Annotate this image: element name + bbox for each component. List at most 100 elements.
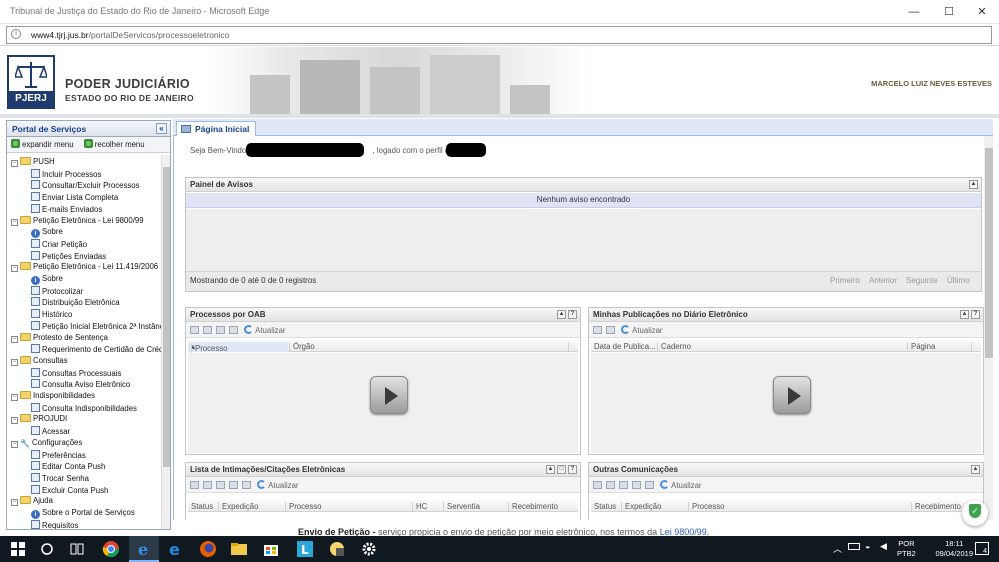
tree-item[interactable]: Acessar — [31, 426, 70, 437]
windows-start-icon[interactable] — [9, 540, 27, 558]
firefox-icon[interactable] — [199, 540, 217, 558]
col-serventia[interactable]: Serventia — [443, 502, 480, 512]
toggle-icon[interactable]: − — [11, 335, 18, 343]
tree-item[interactable]: Trocar Senha — [31, 472, 89, 484]
excel-icon[interactable] — [632, 481, 641, 489]
collapse-icon[interactable]: ▲ — [969, 180, 978, 189]
tree-item[interactable]: Consulta Indisponibilidades — [31, 402, 137, 414]
col-caderno[interactable]: Caderno — [657, 342, 691, 352]
view-icon[interactable] — [606, 481, 615, 489]
tree-item[interactable]: Enviar Lista Completa — [31, 192, 118, 203]
col-processo[interactable]: Processo ▴ — [188, 342, 288, 354]
outras-refresh-button[interactable]: Atualizar — [660, 480, 702, 490]
tree-item[interactable]: Protocolizar — [31, 285, 83, 297]
first-page-link[interactable]: Primeiro — [830, 276, 860, 285]
collapse-icon[interactable]: ▲ — [971, 465, 980, 474]
new-icon[interactable] — [190, 481, 199, 489]
view-icon[interactable] — [593, 326, 602, 334]
col-data-publicacao[interactable]: Data de Publica... — [591, 342, 656, 352]
col-hc[interactable]: HC — [412, 502, 427, 512]
col-processo[interactable]: Processo — [285, 502, 322, 512]
tree-item[interactable]: Criar Petição — [31, 238, 87, 250]
tab-pagina-inicial[interactable]: Página Inicial — [176, 121, 257, 136]
help-icon[interactable]: ? — [568, 310, 577, 319]
new-icon[interactable] — [593, 481, 602, 489]
toggle-icon[interactable]: − — [11, 160, 18, 167]
input-language[interactable]: POR PTB2 — [897, 539, 916, 559]
store-icon[interactable] — [262, 540, 280, 558]
view-icon[interactable] — [203, 481, 212, 489]
tree-item[interactable]: Preferências — [31, 449, 86, 461]
sidebar-scrollbar[interactable] — [161, 155, 170, 529]
last-page-link[interactable]: Último — [947, 276, 970, 285]
tree-item[interactable]: Requisitos — [31, 519, 78, 529]
tree-item[interactable]: Consultas Processuais — [31, 367, 121, 379]
new-icon[interactable] — [190, 326, 199, 334]
tree-folder[interactable]: − Protesto de Sentença — [11, 332, 108, 344]
task-view-icon[interactable] — [68, 540, 86, 558]
minimize-button[interactable]: — — [897, 2, 931, 22]
tree-folder[interactable]: − Consultas — [11, 355, 68, 367]
tree-item[interactable]: Consulta Aviso Eletrônico — [31, 379, 130, 390]
toggle-icon[interactable]: − — [11, 499, 18, 507]
print-icon[interactable] — [645, 481, 654, 489]
tree-item[interactable]: Distribuição Eletrônica — [31, 297, 120, 308]
battery-icon[interactable] — [848, 543, 860, 550]
toggle-icon[interactable]: − — [11, 394, 18, 401]
col-processo[interactable]: Processo — [688, 502, 725, 512]
site-info-icon[interactable]: i — [11, 29, 21, 39]
tree-item[interactable]: Histórico — [31, 309, 72, 320]
excel-icon[interactable] — [229, 481, 238, 489]
tree-item[interactable]: Editar Conta Push — [31, 461, 105, 472]
url-text[interactable]: www4.tjrj.jus.br/portalDeServicos/proces… — [31, 30, 229, 40]
tree-item[interactable]: Petições Enviadas — [31, 250, 106, 262]
tree-folder[interactable]: − Ajuda — [11, 496, 53, 507]
print-icon[interactable] — [606, 326, 615, 334]
intimacoes-refresh-button[interactable]: Atualizar — [257, 480, 299, 490]
col-expedicao[interactable]: Expedição — [218, 502, 258, 512]
tree-item[interactable]: Consultar/Excluir Processos — [31, 180, 140, 191]
tray-chevron-icon[interactable]: ︿ — [833, 542, 842, 555]
tree-folder[interactable]: − 🔧 Configurações — [11, 438, 82, 449]
tree-item[interactable]: Incluir Processos — [31, 168, 101, 180]
sidebar-scroll-thumb[interactable] — [163, 167, 170, 467]
tree-folder[interactable]: − Petição Eletrônica - Lei 9800/99 — [11, 215, 144, 227]
export-icon[interactable] — [216, 326, 225, 334]
search-icon[interactable] — [38, 540, 56, 558]
chrome-icon[interactable] — [102, 540, 120, 558]
toggle-icon[interactable]: − — [11, 417, 18, 425]
tree-folder[interactable]: − Petição Eletrônica - Lei 11.419/2006 — [11, 262, 158, 273]
play-icon[interactable] — [370, 376, 408, 414]
notifications-icon[interactable]: 4 — [975, 542, 989, 555]
help-icon[interactable]: ? — [971, 310, 980, 319]
tree-item[interactable]: Requerimento de Certidão de Crédito — [31, 344, 161, 355]
main-scroll-thumb[interactable] — [985, 148, 993, 358]
internet-explorer-icon[interactable]: e — [135, 540, 153, 558]
volume-icon[interactable]: ◀ — [880, 541, 887, 552]
shield-check-icon[interactable] — [962, 500, 988, 526]
collapse-icon[interactable]: ▲ — [546, 465, 555, 474]
publicacoes-refresh-button[interactable]: Atualizar — [621, 325, 663, 335]
tree-item[interactable]: i Sobre — [31, 274, 63, 285]
edge-icon[interactable]: e — [166, 540, 184, 558]
col-recebimento[interactable]: Recebimento — [911, 502, 961, 512]
sticky-app-icon[interactable] — [328, 540, 346, 558]
tree-item[interactable]: i Sobre o Portal de Serviços — [31, 508, 135, 519]
collapse-icon[interactable]: ▲ — [960, 310, 969, 319]
export-icon[interactable] — [216, 481, 225, 489]
print-icon[interactable] — [242, 481, 251, 489]
tree-folder[interactable]: − Indisponibilidades — [11, 391, 95, 402]
col-status[interactable]: Status — [188, 502, 213, 512]
help-icon[interactable]: ? — [568, 465, 577, 474]
maximize-icon[interactable]: □ — [557, 465, 566, 474]
toggle-icon[interactable]: − — [11, 218, 18, 226]
col-orgao[interactable]: Órgão — [289, 342, 315, 352]
network-icon[interactable]: ◒ — [865, 541, 870, 551]
col-expedicao[interactable]: Expedição — [621, 502, 661, 512]
close-window-button[interactable]: ✕ — [965, 2, 999, 22]
tree-folder[interactable]: − PROJUDI — [11, 414, 67, 425]
previous-page-link[interactable]: Anterior — [869, 276, 897, 285]
play-icon[interactable] — [773, 376, 811, 414]
tree-item[interactable]: E-mails Enviados — [31, 203, 102, 215]
expand-menu-button[interactable]: expandir menu — [11, 139, 74, 149]
